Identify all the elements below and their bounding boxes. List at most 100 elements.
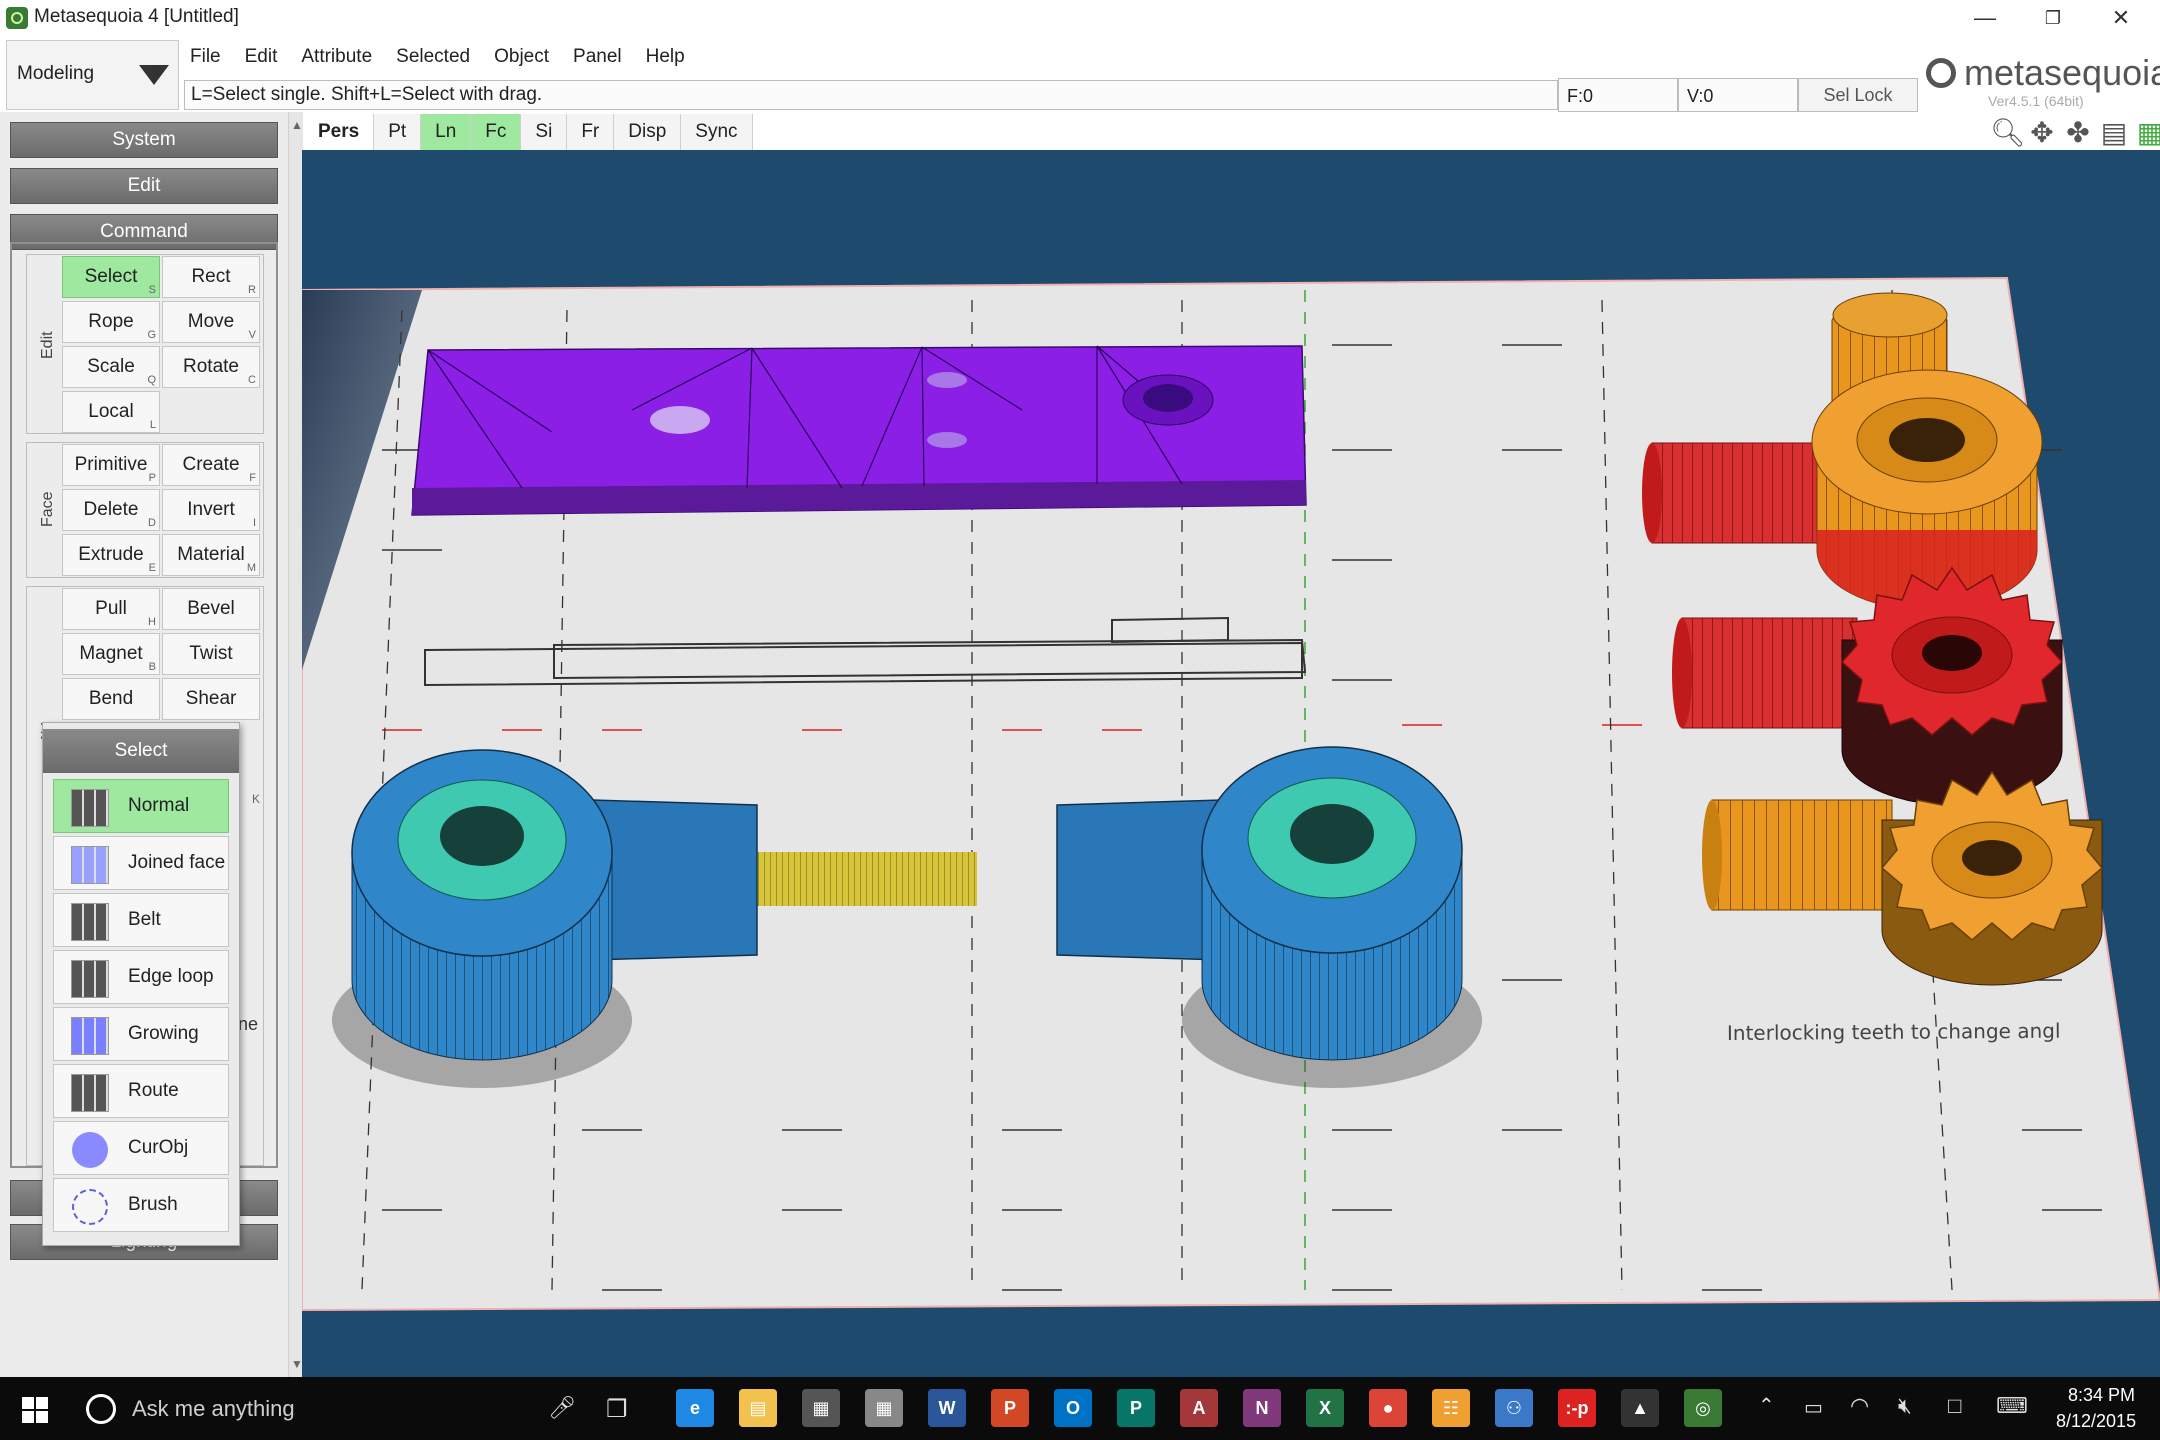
shortcut-key: S bbox=[148, 284, 156, 296]
view-btn-fr[interactable]: Fr bbox=[567, 114, 615, 150]
cmd-bend-button[interactable]: Bend bbox=[62, 678, 160, 720]
cmd-material-button[interactable]: Material M bbox=[162, 534, 260, 576]
menu-attribute[interactable]: Attribute bbox=[291, 40, 382, 74]
cortana-icon[interactable] bbox=[86, 1394, 116, 1424]
clock-date[interactable]: 8/12/2015 bbox=[2056, 1411, 2136, 1432]
store-icon[interactable]: ▦ bbox=[802, 1389, 840, 1427]
cmd-shear-button[interactable]: Shear bbox=[162, 678, 260, 720]
cmd-magnet-button[interactable]: Magnet B bbox=[62, 633, 160, 675]
rotate-view-icon[interactable]: ✤ bbox=[2062, 116, 2094, 149]
cmd-rope-button[interactable]: Rope G bbox=[62, 301, 160, 343]
cmd-bevel-button[interactable]: Bevel bbox=[162, 588, 260, 630]
status-hint: L=Select single. Shift+L=Select with dra… bbox=[191, 84, 543, 105]
photos-icon[interactable]: ▲ bbox=[1621, 1389, 1659, 1427]
metasequoia-icon[interactable]: ◎ bbox=[1684, 1389, 1722, 1427]
battery-icon[interactable]: ▭ bbox=[1804, 1395, 1823, 1420]
sel-lock-button[interactable]: Sel Lock bbox=[1798, 78, 1918, 112]
keyboard-icon[interactable]: ⌨ bbox=[1996, 1393, 2028, 1419]
view-btn-si[interactable]: Si bbox=[521, 114, 568, 150]
windows-start-icon[interactable] bbox=[22, 1397, 48, 1423]
cmd-label: Magnet bbox=[79, 643, 143, 664]
logo-text: metasequoia4 bbox=[1964, 52, 2160, 93]
view-btn-pers[interactable]: Pers bbox=[304, 114, 375, 150]
view-btn-disp[interactable]: Disp bbox=[614, 114, 682, 150]
access-icon[interactable]: A bbox=[1180, 1389, 1218, 1427]
select-curobj-button[interactable]: CurObj bbox=[53, 1121, 229, 1175]
cmd-invert-button[interactable]: Invert I bbox=[162, 489, 260, 531]
select-route-button[interactable]: Route bbox=[53, 1064, 229, 1118]
microphone-icon[interactable]: 🎤︎ bbox=[548, 1395, 576, 1421]
color-icon[interactable]: ▦ bbox=[2134, 116, 2160, 149]
onenote-icon[interactable]: N bbox=[1243, 1389, 1281, 1427]
outlook-icon[interactable]: O bbox=[1054, 1389, 1092, 1427]
pan-icon[interactable]: ✥ bbox=[2026, 116, 2058, 149]
publisher-icon[interactable]: P bbox=[1117, 1389, 1155, 1427]
zoom-icon[interactable]: 🔍︎ bbox=[1990, 116, 2026, 149]
chevron-up-icon[interactable]: ⌃ bbox=[1758, 1393, 1775, 1418]
wifi-icon[interactable]: ◠ bbox=[1850, 1393, 1869, 1419]
view-btn-pt[interactable]: Pt bbox=[374, 114, 422, 150]
notifications-icon[interactable]: □ bbox=[1948, 1393, 1961, 1419]
calculator-icon[interactable]: ▦ bbox=[865, 1389, 903, 1427]
view-btn-ln[interactable]: Ln bbox=[421, 114, 472, 150]
panel-scrollbar[interactable]: ▲ ▼ bbox=[288, 112, 303, 1377]
belt-icon bbox=[71, 903, 109, 941]
cmd-move-button[interactable]: Move V bbox=[162, 301, 260, 343]
chrome-icon[interactable]: ● bbox=[1369, 1389, 1407, 1427]
cmd-delete-button[interactable]: Delete D bbox=[62, 489, 160, 531]
system-panel-tab[interactable]: System bbox=[10, 122, 278, 158]
file-explorer-icon[interactable]: ▤ bbox=[739, 1389, 777, 1427]
menu-selected[interactable]: Selected bbox=[386, 40, 480, 74]
cmd-local-button[interactable]: Local L bbox=[62, 391, 160, 433]
cmd-label: Invert bbox=[187, 499, 235, 520]
cmd-scale-button[interactable]: Scale Q bbox=[62, 346, 160, 388]
minimize-button[interactable]: — bbox=[1954, 0, 2016, 36]
view-btn-fc[interactable]: Fc bbox=[471, 114, 522, 150]
cmd-label: Pull bbox=[95, 598, 127, 619]
menu-help[interactable]: Help bbox=[636, 40, 695, 74]
shortcut-key: R bbox=[248, 284, 256, 296]
hidden-label-fragment: ne bbox=[238, 1014, 259, 1034]
sketch-app-icon[interactable]: :-p bbox=[1558, 1389, 1596, 1427]
hidden-shortcut-fragment: K bbox=[252, 792, 261, 806]
menu-object[interactable]: Object bbox=[484, 40, 559, 74]
menu-edit[interactable]: Edit bbox=[235, 40, 288, 74]
menu-panel[interactable]: Panel bbox=[563, 40, 632, 74]
powerpoint-icon[interactable]: P bbox=[991, 1389, 1029, 1427]
edit-panel-tab[interactable]: Edit bbox=[10, 168, 278, 204]
scroll-up-icon[interactable]: ▲ bbox=[291, 118, 303, 132]
cmd-rect-button[interactable]: Rect R bbox=[162, 256, 260, 298]
cmd-create-button[interactable]: Create F bbox=[162, 444, 260, 486]
select-brush-button[interactable]: Brush bbox=[53, 1178, 229, 1232]
select-belt-button[interactable]: Belt bbox=[53, 893, 229, 947]
cmd-select-button[interactable]: Select S bbox=[62, 256, 160, 298]
restore-button[interactable]: ❐ bbox=[2022, 0, 2084, 36]
mode-dropdown[interactable]: Modeling bbox=[6, 40, 179, 110]
edge-icon[interactable]: e bbox=[676, 1389, 714, 1427]
select-edge-loop-button[interactable]: Edge loop bbox=[53, 950, 229, 1004]
cmd-pull-button[interactable]: Pull H bbox=[62, 588, 160, 630]
task-view-icon[interactable]: ❐ bbox=[606, 1395, 628, 1424]
select-growing-button[interactable]: Growing bbox=[53, 1007, 229, 1061]
apps-grid-icon[interactable]: ☷ bbox=[1432, 1389, 1470, 1427]
taskbar-search-input[interactable]: Ask me anything bbox=[132, 1396, 295, 1422]
select-joined-face-button[interactable]: Joined face bbox=[53, 836, 229, 890]
clock-time[interactable]: 8:34 PM bbox=[2068, 1385, 2135, 1406]
close-button[interactable]: ✕ bbox=[2090, 0, 2152, 36]
viewport-scene[interactable]: Interlocking teeth to change angl bbox=[302, 150, 2160, 1377]
layout-icon[interactable]: ▤ bbox=[2098, 116, 2130, 149]
excel-icon[interactable]: X bbox=[1306, 1389, 1344, 1427]
network-app-icon[interactable]: ⚇ bbox=[1495, 1389, 1533, 1427]
3d-viewport[interactable]: Interlocking teeth to change angl bbox=[302, 150, 2160, 1377]
view-btn-sync[interactable]: Sync bbox=[681, 114, 753, 150]
cmd-primitive-button[interactable]: Primitive P bbox=[62, 444, 160, 486]
menu-file[interactable]: File bbox=[180, 40, 231, 74]
cmd-extrude-button[interactable]: Extrude E bbox=[62, 534, 160, 576]
volume-muted-icon[interactable]: 🔇︎ bbox=[1898, 1393, 1912, 1419]
word-icon[interactable]: W bbox=[928, 1389, 966, 1427]
select-normal-button[interactable]: Normal bbox=[53, 779, 229, 833]
cmd-twist-button[interactable]: Twist bbox=[162, 633, 260, 675]
cmd-rotate-button[interactable]: Rotate C bbox=[162, 346, 260, 388]
annotation-text: Interlocking teeth to change angl bbox=[1727, 1019, 2061, 1045]
cmd-label: Bevel bbox=[187, 598, 235, 619]
